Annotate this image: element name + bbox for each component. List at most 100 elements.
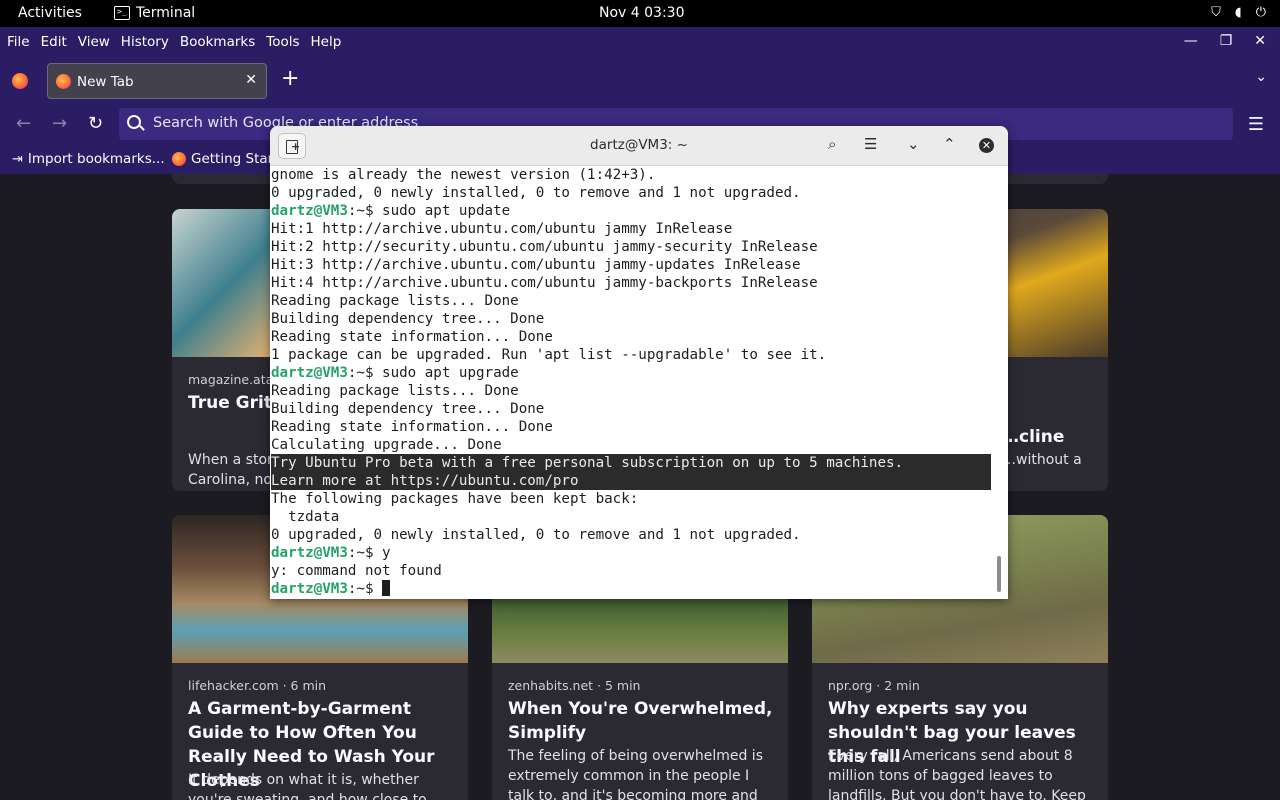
bookmark-import-label: Import bookmarks... (27, 151, 165, 167)
terminal-output-line: Hit:1 http://archive.ubuntu.com/ubuntu j… (271, 220, 993, 238)
terminal-command-line: dartz@VM3:~$ sudo apt upgrade (271, 364, 993, 382)
minimize-icon[interactable]: ⌄ (907, 135, 920, 153)
screen: { "topbar": { "activities": "Activities"… (0, 0, 1280, 800)
close-icon[interactable]: ✕ (1254, 33, 1266, 49)
terminal-output-line: Calculating upgrade... Done (271, 436, 993, 454)
terminal-output-line: Hit:2 http://security.ubuntu.com/ubuntu … (271, 238, 993, 256)
terminal-output-line: Hit:3 http://archive.ubuntu.com/ubuntu j… (271, 256, 993, 274)
search-icon[interactable]: ⌕ (828, 135, 836, 153)
story-excerpt: …without a (1002, 452, 1082, 468)
tab-close-icon[interactable]: ✕ (245, 72, 257, 88)
output-text: 0 upgraded, 0 newly installed, 0 to remo… (271, 527, 801, 543)
output-text: Building dependency tree... Done (271, 401, 545, 417)
import-icon: ⇥ (12, 151, 23, 167)
prompt-user: dartz@VM3 (271, 581, 348, 597)
window-controls: — ❐ ✕ (1184, 33, 1266, 49)
firefox-menubar: File Edit View History Bookmarks Tools Help — … (0, 27, 1280, 57)
prompt-user: dartz@VM3 (271, 203, 348, 219)
story-excerpt: Every fall, Americans send about 8 milli… (828, 748, 1086, 800)
command-text: sudo apt update (373, 203, 511, 219)
output-text: Reading package lists... Done (271, 383, 519, 399)
menu-icon[interactable]: ☰ (864, 135, 877, 153)
terminal-command-line: dartz@VM3:~$ sudo apt update (271, 202, 993, 220)
gnome-top-bar: Activities >_ Terminal Nov 4 03:30 ⛉ ◖ ⏻ (0, 0, 1280, 27)
story-excerpt: It depends on what it is, whether you're… (188, 772, 427, 800)
story-source: lifehacker.com · 6 min (188, 678, 327, 693)
menu-tools[interactable]: Tools (266, 34, 299, 50)
bookmark-import[interactable]: ⇥ Import bookmarks... (12, 151, 165, 167)
story-source: npr.org · 2 min (828, 678, 920, 693)
terminal-icon: >_ (114, 6, 130, 20)
hamburger-menu-icon[interactable]: ☰ (1248, 114, 1264, 135)
shield-icon[interactable]: ⛉ (1211, 5, 1221, 20)
back-arrow-icon[interactable]: ← (16, 113, 31, 134)
prompt-path: :~$ (347, 581, 374, 597)
firefox-favicon-icon (56, 74, 71, 89)
output-text: The following packages have been kept ba… (271, 491, 639, 507)
output-text: gnome is already the newest version (1:4… (271, 167, 656, 183)
menu-bookmarks[interactable]: Bookmarks (180, 34, 255, 50)
terminal-output-line: Building dependency tree... Done (271, 400, 993, 418)
terminal-command-line: dartz@VM3:~$ (271, 580, 993, 598)
scrollbar-thumb[interactable] (997, 556, 1001, 592)
tab-new-tab[interactable]: New Tab ✕ (47, 63, 267, 99)
close-icon[interactable]: ✕ (979, 138, 994, 153)
terminal-header-bar[interactable]: dartz@VM3: ~ ⌕ ☰ ⌄ ⌃ ✕ (270, 126, 1008, 166)
menu-history[interactable]: History (121, 34, 169, 50)
firefox-favicon-icon (172, 152, 186, 166)
prompt-user: dartz@VM3 (271, 365, 348, 381)
restore-icon[interactable]: ❐ (1220, 33, 1233, 49)
output-text: Calculating upgrade... Done (271, 437, 502, 453)
firefox-logo-icon (12, 73, 28, 89)
story-title: …cline (1002, 427, 1065, 447)
output-text: Hit:4 http://archive.ubuntu.com/ubuntu j… (271, 275, 818, 291)
output-text: Reading state information... Done (271, 329, 553, 345)
prompt-path: :~$ (347, 203, 374, 219)
search-icon (127, 115, 141, 129)
forward-arrow-icon[interactable]: → (52, 113, 67, 134)
clock[interactable]: Nov 4 03:30 (599, 5, 684, 21)
menu-file[interactable]: File (7, 34, 30, 50)
system-tray[interactable]: ⛉ ◖ ⏻ (1211, 5, 1266, 20)
output-text: tzdata (271, 509, 340, 525)
terminal-output-line: Reading state information... Done (271, 328, 993, 346)
app-menu[interactable]: >_ Terminal (114, 5, 195, 21)
power-icon[interactable]: ⏻ (1256, 5, 1266, 20)
maximize-icon[interactable]: ⌃ (943, 135, 956, 153)
tab-label: New Tab (77, 74, 134, 90)
output-text: Reading package lists... Done (271, 293, 519, 309)
volume-icon[interactable]: ◖ (1235, 5, 1242, 20)
menu-edit[interactable]: Edit (41, 34, 67, 50)
terminal-output-line: 1 package can be upgraded. Run 'apt list… (271, 346, 993, 364)
terminal-output-line: Reading package lists... Done (271, 382, 993, 400)
prompt-path: :~$ (347, 365, 374, 381)
app-name: Terminal (136, 5, 196, 21)
terminal-command-line: dartz@VM3:~$ y (271, 544, 993, 562)
command-text: sudo apt upgrade (373, 365, 519, 381)
terminal-title: dartz@VM3: ~ (590, 137, 688, 153)
menu-view[interactable]: View (78, 34, 110, 50)
terminal-output-line: Reading state information... Done (271, 418, 993, 436)
output-text: Reading state information... Done (271, 419, 553, 435)
terminal-output-line: y: command not found (271, 562, 993, 580)
output-text: y: command not found (271, 563, 442, 579)
terminal-window[interactable]: dartz@VM3: ~ ⌕ ☰ ⌄ ⌃ ✕ gnome is already … (270, 126, 1008, 599)
terminal-output-line: Reading package lists... Done (271, 292, 993, 310)
minimize-icon[interactable]: — (1184, 33, 1198, 49)
terminal-output[interactable]: gnome is already the newest version (1:4… (271, 166, 993, 599)
new-tab-button[interactable]: + (281, 66, 299, 91)
output-text: Learn more at https://ubuntu.com/pro (271, 473, 579, 489)
terminal-output-line: Try Ubuntu Pro beta with a free personal… (271, 454, 991, 472)
prompt-path: :~$ (347, 545, 374, 561)
story-excerpt: The feeling of being overwhelmed is extr… (508, 748, 763, 800)
reload-icon[interactable]: ↻ (88, 113, 103, 134)
terminal-output-line: The following packages have been kept ba… (271, 490, 993, 508)
terminal-output-line: 0 upgraded, 0 newly installed, 0 to remo… (271, 184, 993, 202)
terminal-output-line: 0 upgraded, 0 newly installed, 0 to remo… (271, 526, 993, 544)
chevron-down-icon[interactable]: ⌄ (1255, 69, 1267, 85)
output-text: Try Ubuntu Pro beta with a free personal… (271, 455, 904, 471)
menu-help[interactable]: Help (311, 34, 342, 50)
activities-button[interactable]: Activities (18, 5, 82, 21)
command-text (374, 581, 383, 597)
terminal-cursor (382, 580, 391, 596)
